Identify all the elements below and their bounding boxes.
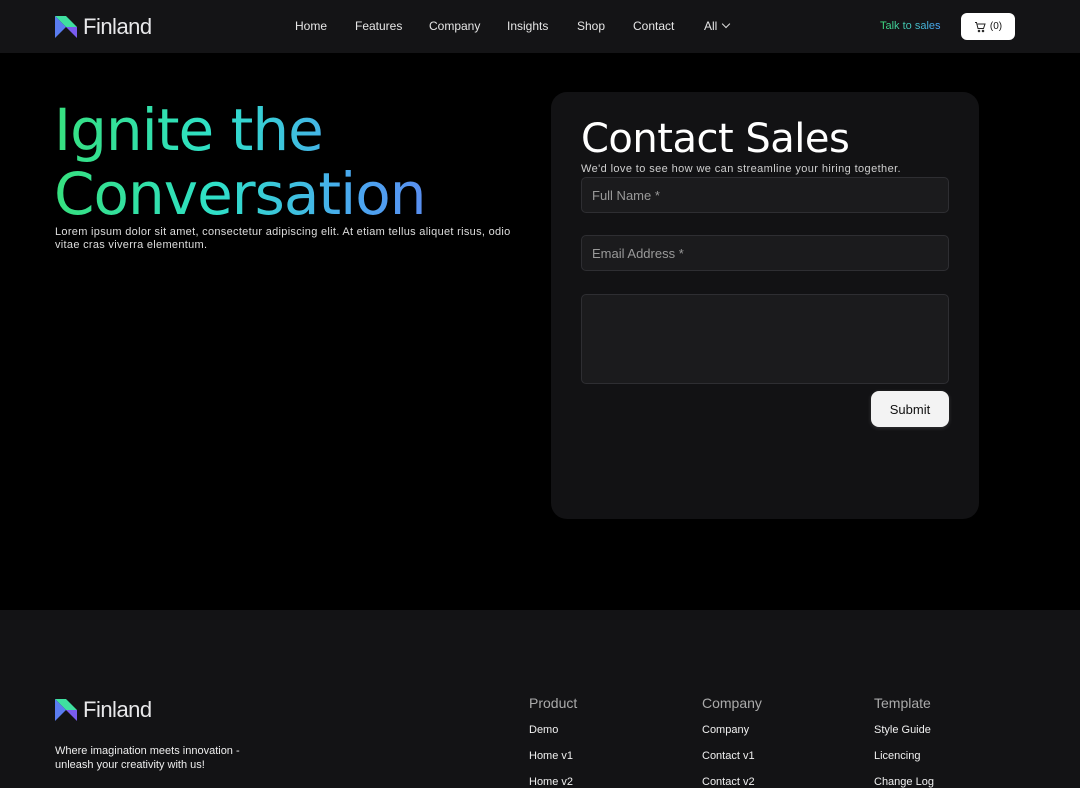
nav-all-dropdown[interactable]: All [704, 19, 731, 33]
talk-to-sales-link[interactable]: Talk to sales [880, 20, 941, 32]
nav-company[interactable]: Company [429, 19, 480, 33]
contact-title: Contact Sales [581, 116, 850, 162]
submit-button[interactable]: Submit [871, 391, 949, 427]
message-textarea[interactable] [581, 294, 949, 384]
footer-link-contact-v1[interactable]: Contact v1 [702, 750, 762, 776]
footer-brand-logo[interactable]: Finland [55, 697, 152, 723]
footer-column-template: Template Style Guide Licencing Change Lo… [874, 695, 934, 788]
cart-count: (0) [989, 21, 1003, 32]
full-name-placeholder: Full Name * [592, 187, 660, 203]
footer-column-title: Company [702, 695, 762, 711]
email-placeholder: Email Address * [592, 245, 684, 261]
nav-insights[interactable]: Insights [507, 19, 548, 33]
footer-tagline: Where imagination meets innovation - unl… [55, 745, 240, 771]
hero-title-line1: Ignite the [54, 96, 323, 164]
hero-title: Ignite the Conversation [54, 98, 514, 226]
finland-logo-icon [55, 16, 77, 38]
nav-all-label: All [704, 19, 718, 33]
footer-link-contact-v2[interactable]: Contact v2 [702, 776, 762, 788]
cart-button[interactable]: (0) [961, 13, 1015, 40]
footer-link-style-guide[interactable]: Style Guide [874, 724, 934, 750]
footer-column-title: Product [529, 695, 578, 711]
chevron-down-icon [722, 19, 731, 29]
brand-name: Finland [83, 14, 152, 39]
footer-link-licencing[interactable]: Licencing [874, 750, 934, 776]
finland-logo-icon [55, 699, 77, 721]
footer-column-title: Template [874, 695, 931, 711]
nav-home[interactable]: Home [295, 19, 327, 33]
hero-title-line2: Conversation [54, 160, 426, 228]
contact-sales-card: Contact Sales We'd love to see how we ca… [551, 92, 979, 519]
footer-link-demo[interactable]: Demo [529, 724, 577, 750]
hero-subtitle: Lorem ipsum dolor sit amet, consectetur … [55, 226, 511, 251]
footer-link-home-v1[interactable]: Home v1 [529, 750, 577, 776]
top-navbar: Finland Home Features Company Insights S… [0, 0, 1080, 53]
nav-shop[interactable]: Shop [577, 19, 605, 33]
brand-logo[interactable]: Finland [55, 14, 152, 40]
footer-link-company[interactable]: Company [702, 724, 762, 750]
footer-brand-name: Finland [83, 697, 152, 722]
cart-icon [974, 21, 986, 32]
full-name-input[interactable]: Full Name * [581, 177, 949, 213]
contact-subtitle: We'd love to see how we can streamline y… [581, 163, 902, 175]
nav-contact[interactable]: Contact [633, 19, 674, 33]
footer-column-company: Company Company Contact v1 Contact v2 [702, 695, 762, 788]
email-input[interactable]: Email Address * [581, 235, 949, 271]
footer: Finland Where imagination meets innovati… [0, 610, 1080, 788]
footer-link-home-v2[interactable]: Home v2 [529, 776, 577, 788]
nav-features[interactable]: Features [355, 19, 402, 33]
footer-link-change-log[interactable]: Change Log [874, 776, 934, 788]
footer-column-product: Product Demo Home v1 Home v2 [529, 695, 577, 788]
